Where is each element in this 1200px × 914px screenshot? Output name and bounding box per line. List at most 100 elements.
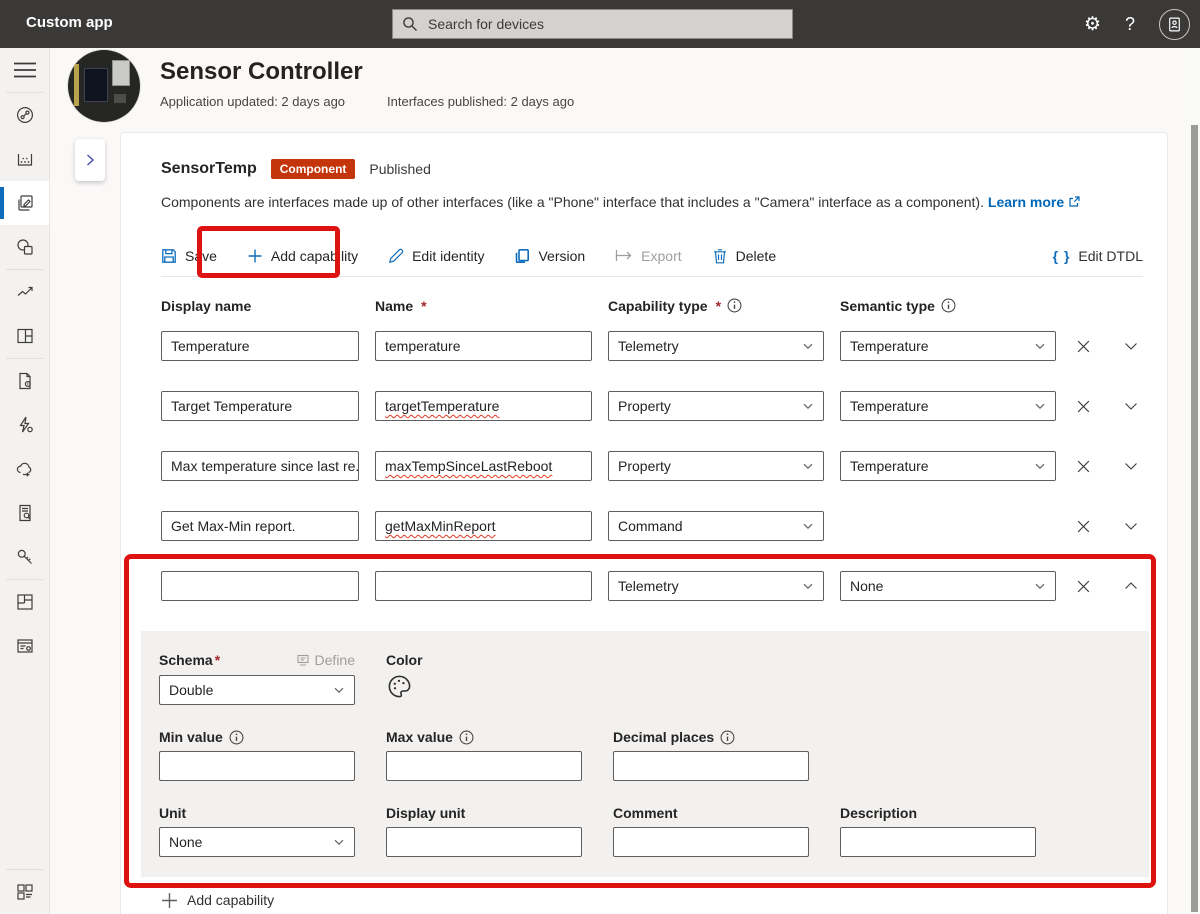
color-picker-button[interactable]	[386, 673, 582, 703]
sidebar-item-devices[interactable]	[0, 137, 49, 181]
delete-capability-button[interactable]	[1076, 579, 1091, 594]
define-schema-icon	[296, 654, 309, 666]
devices-icon	[17, 154, 32, 166]
display-name-input[interactable]: Target Temperature	[161, 391, 359, 421]
vertical-scrollbar-thumb[interactable]	[1191, 125, 1198, 912]
close-x-icon	[1077, 460, 1090, 472]
description-input[interactable]	[840, 827, 1036, 857]
component-description: Components are interfaces made up of oth…	[161, 194, 984, 210]
sidebar-item-data-export[interactable]	[0, 447, 49, 491]
sidebar-item-jobs[interactable]	[0, 359, 49, 403]
schema-dropdown[interactable]: Double	[159, 675, 355, 705]
capability-type-dropdown[interactable]: Command	[608, 511, 824, 541]
color-palette-icon	[388, 675, 411, 698]
chevron-down-icon	[803, 463, 813, 469]
copy-version-icon	[516, 248, 530, 263]
add-capability-button[interactable]: Add capability	[247, 248, 358, 264]
nav-menu-toggle[interactable]	[0, 48, 49, 92]
id-badge-icon	[1169, 17, 1180, 31]
expand-tree-button[interactable]	[75, 139, 105, 181]
edit-identity-button[interactable]: Edit identity	[388, 248, 484, 264]
delete-capability-button[interactable]	[1076, 399, 1091, 414]
dashboard-icon	[16, 328, 33, 344]
add-capability-bottom-button[interactable]: Add capability	[161, 891, 274, 909]
name-input[interactable]	[375, 571, 592, 601]
name-input[interactable]: maxTempSinceLastReboot	[375, 451, 592, 481]
interface-editor-panel: SensorTemp Component Published Component…	[120, 132, 1168, 914]
sidebar-item-dashboards[interactable]	[0, 314, 49, 358]
semantic-type-dropdown[interactable]: Temperature	[840, 331, 1056, 361]
chevron-up-icon	[1125, 582, 1137, 589]
sidebar-item-rules[interactable]	[0, 403, 49, 447]
display-name-input[interactable]	[161, 571, 359, 601]
capability-type-dropdown[interactable]: Property	[608, 451, 824, 481]
delete-capability-button[interactable]	[1076, 519, 1091, 534]
unit-dropdown[interactable]: None	[159, 827, 355, 857]
help-icon[interactable]: ?	[1125, 14, 1135, 35]
sidebar-item-connect[interactable]	[0, 93, 49, 137]
sidebar-item-application-settings[interactable]	[0, 624, 49, 668]
capability-type-dropdown[interactable]: Telemetry	[608, 331, 824, 361]
name-input[interactable]: temperature	[375, 331, 592, 361]
learn-more-link[interactable]: Learn more	[988, 194, 1064, 210]
min-value-input[interactable]	[159, 751, 355, 781]
sidebar-item-permissions[interactable]	[0, 535, 49, 579]
edit-dtdl-button[interactable]: { } Edit DTDL	[1053, 248, 1143, 264]
info-icon[interactable]	[459, 730, 474, 745]
device-search-box[interactable]	[392, 9, 793, 39]
sidebar-item-app-switcher[interactable]	[0, 870, 49, 914]
sidebar-item-analytics[interactable]	[0, 270, 49, 314]
sidebar-item-audit-logs[interactable]	[0, 491, 49, 535]
capability-row: Max temperature since last re... maxTemp…	[161, 451, 1143, 481]
delete-capability-button[interactable]	[1076, 459, 1091, 474]
expand-capability-button[interactable]	[1123, 338, 1139, 354]
chevron-down-icon	[1035, 583, 1045, 589]
column-name: Name *	[375, 297, 427, 314]
info-icon[interactable]	[720, 730, 735, 745]
semantic-type-dropdown[interactable]: Temperature	[840, 451, 1056, 481]
close-x-icon	[1077, 340, 1090, 352]
display-name-input[interactable]: Temperature	[161, 331, 359, 361]
expand-capability-button[interactable]	[1123, 458, 1139, 474]
plus-icon	[162, 892, 177, 908]
color-field-label: Color	[386, 652, 423, 668]
settings-gear-icon[interactable]: ⚙	[1084, 15, 1101, 34]
info-icon[interactable]	[229, 730, 244, 745]
decimal-places-input[interactable]	[613, 751, 809, 781]
chevron-down-icon	[1125, 343, 1137, 350]
chevron-down-icon	[803, 583, 813, 589]
semantic-type-dropdown[interactable]: Temperature	[840, 391, 1056, 421]
name-input[interactable]: targetTemperature	[375, 391, 592, 421]
vertical-scrollbar-track[interactable]	[1187, 48, 1200, 914]
max-value-input[interactable]	[386, 751, 582, 781]
capability-type-dropdown[interactable]: Property	[608, 391, 824, 421]
delete-capability-button[interactable]	[1076, 339, 1091, 354]
info-icon[interactable]	[727, 298, 742, 313]
delete-button[interactable]: Delete	[712, 248, 776, 264]
collapse-capability-button[interactable]	[1123, 578, 1139, 594]
account-avatar[interactable]	[1159, 8, 1190, 40]
analytics-chart-icon	[17, 286, 33, 296]
display-name-input[interactable]: Get Max-Min report.	[161, 511, 359, 541]
display-name-input[interactable]: Max temperature since last re...	[161, 451, 359, 481]
published-status: Published	[369, 161, 431, 177]
search-input[interactable]	[426, 15, 783, 33]
external-link-icon	[1069, 196, 1080, 207]
display-unit-input[interactable]	[386, 827, 582, 857]
max-value-label: Max value	[386, 728, 582, 746]
version-button[interactable]: Version	[514, 248, 585, 264]
name-input[interactable]: getMaxMinReport	[375, 511, 592, 541]
expand-capability-button[interactable]	[1123, 518, 1139, 534]
comment-label: Comment	[613, 805, 678, 821]
sidebar-item-device-templates[interactable]	[0, 181, 49, 225]
capability-type-dropdown[interactable]: Telemetry	[608, 571, 824, 601]
expand-capability-button[interactable]	[1123, 398, 1139, 414]
info-icon[interactable]	[941, 298, 956, 313]
save-button[interactable]: Save	[161, 248, 217, 264]
app-title: Custom app	[26, 14, 113, 31]
sidebar-item-layout[interactable]	[0, 580, 49, 624]
comment-input[interactable]	[613, 827, 809, 857]
semantic-type-dropdown[interactable]: None	[840, 571, 1056, 601]
close-x-icon	[1077, 400, 1090, 412]
sidebar-item-device-groups[interactable]	[0, 225, 49, 269]
